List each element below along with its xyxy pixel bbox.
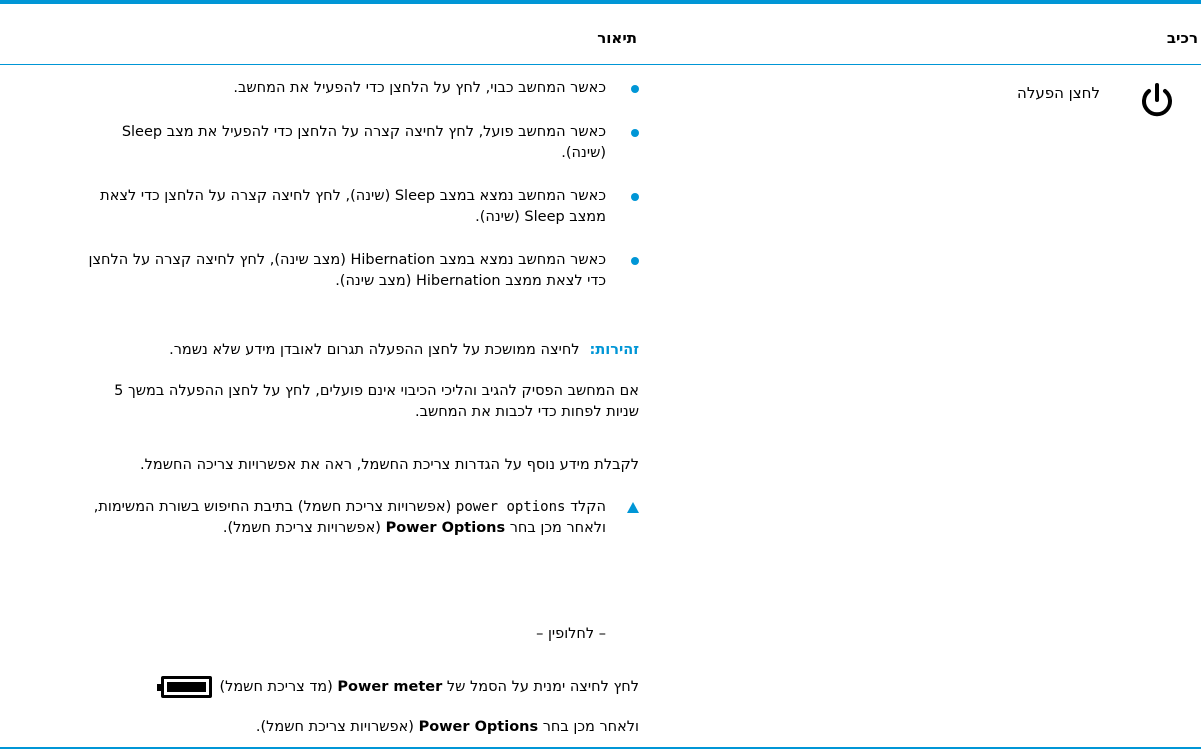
then-choose-prefix: ולאחר מכן בחר	[542, 719, 639, 735]
warning-text: לחיצה ממושכת על לחצן ההפעלה תגרום לאובדן…	[169, 342, 580, 358]
step-suffix: (אפשרויות צריכת חשמל).	[222, 520, 381, 536]
bullet-dot-icon	[631, 193, 639, 201]
table-bottom-rule	[0, 747, 1201, 749]
unresponsive-paragraph: אם המחשב הפסיק להגיב והליכי הכיבוי אינם …	[114, 383, 639, 420]
more-info-paragraph: לקבלת מידע נוסף על הגדרות צריכת החשמל, ר…	[140, 457, 639, 473]
bullet-dot-icon	[631, 257, 639, 265]
bullet-text: כאשר המחשב נמצא במצב Hibernation (מצב שי…	[88, 252, 607, 289]
then-choose-bold: Power Options	[418, 719, 539, 735]
power-button-table: רכיב תיאור לחצן הפעלה כאשר המחשב כבוי, ל…	[0, 0, 1201, 751]
bullet-dot-icon	[631, 85, 639, 93]
right-click-suffix: (מד צריכת חשמל)	[219, 679, 333, 695]
alternative-separator: – לחלופין –	[536, 626, 606, 642]
warning-note: זהירות: לחיצה ממושכת על לחצן ההפעלה תגרום…	[79, 340, 639, 361]
bullet-text: כאשר המחשב פועל, לחץ לחיצה קצרה על הלחצן…	[121, 124, 606, 161]
power-icon	[1142, 83, 1172, 117]
right-click-prefix: לחץ לחיצה ימנית על הסמל של	[446, 679, 639, 695]
warning-label: זהירות:	[589, 342, 639, 358]
step-code: power options	[455, 499, 566, 515]
header-description: תיאור	[597, 29, 637, 47]
header-divider	[0, 64, 1201, 65]
bullet-dot-icon	[631, 129, 639, 137]
step-triangle-icon	[627, 502, 639, 513]
bullet-text: כאשר המחשב כבוי, לחץ על הלחצן כדי להפעיל…	[233, 80, 606, 96]
step-bold: Power Options	[385, 520, 506, 536]
component-name: לחצן הפעלה	[1017, 84, 1100, 102]
right-click-bold: Power meter	[337, 679, 443, 695]
battery-icon	[156, 676, 212, 698]
header-component: רכיב	[1166, 29, 1198, 47]
step-text: הקלד power options (אפשרויות צריכת חשמל)…	[79, 497, 606, 539]
then-choose-suffix: (אפשרויות צריכת חשמל).	[255, 719, 414, 735]
table-top-rule	[0, 0, 1201, 4]
then-choose-instruction: ולאחר מכן בחר Power Options (אפשרויות צר…	[79, 717, 639, 738]
step-prefix: הקלד	[570, 499, 606, 515]
right-click-instruction: לחץ לחיצה ימנית על הסמל של Power meter (…	[79, 676, 639, 698]
bullet-text: כאשר המחשב נמצא במצב Sleep (שינה), לחץ ל…	[100, 188, 606, 225]
